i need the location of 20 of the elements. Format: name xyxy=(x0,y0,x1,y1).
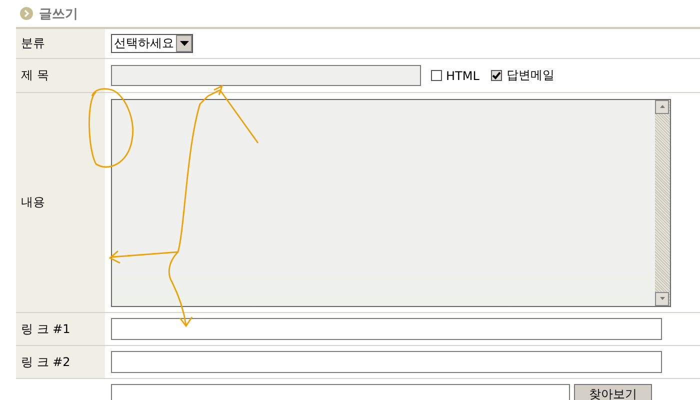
browse-button[interactable]: 찾아보기 xyxy=(574,384,652,400)
subject-field[interactable] xyxy=(111,65,421,86)
scroll-up-icon[interactable] xyxy=(655,100,669,114)
field-label: 분류 xyxy=(16,29,105,58)
scrollbar[interactable] xyxy=(655,100,670,306)
category-dropdown[interactable]: 선택하세요 xyxy=(111,34,193,53)
link-field[interactable] xyxy=(111,318,662,340)
file-field[interactable] xyxy=(111,384,570,400)
field-label: 내용 xyxy=(16,93,105,312)
page-title: 글쓰기 xyxy=(39,6,78,22)
field-label: 링 크 #1 xyxy=(16,313,105,345)
checkbox-label: HTML xyxy=(446,68,480,82)
field-label: 제 목 xyxy=(16,59,105,92)
scroll-down-icon[interactable] xyxy=(655,292,669,306)
bullet-icon xyxy=(20,7,33,20)
checkbox[interactable] xyxy=(431,70,442,81)
checkbox[interactable] xyxy=(491,70,502,81)
link-field[interactable] xyxy=(111,351,662,373)
field-label: 링 크 #2 xyxy=(16,346,105,378)
checkbox-label: 답변메일 xyxy=(506,67,554,84)
